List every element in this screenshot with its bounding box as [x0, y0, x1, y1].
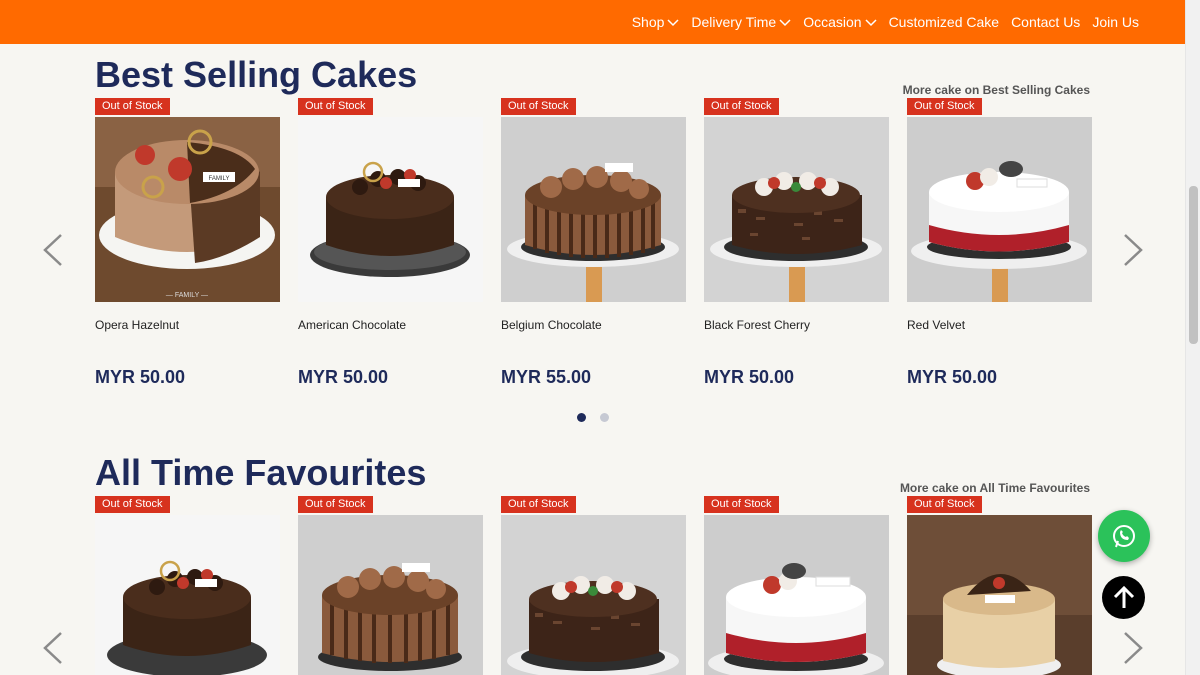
carousel-dot-1[interactable]: [577, 413, 586, 422]
more-best-selling-link[interactable]: More cake on Best Selling Cakes: [903, 83, 1090, 97]
out-of-stock-badge: Out of Stock: [704, 98, 779, 115]
out-of-stock-badge: Out of Stock: [501, 496, 576, 513]
main-nav: Shop Delivery Time Occasion Customized C…: [632, 0, 1139, 44]
cake-photo: FAMILY — FAMILY —: [95, 117, 280, 302]
product-price: MYR 50.00: [907, 367, 998, 387]
out-of-stock-badge: Out of Stock: [907, 496, 982, 513]
product-price: MYR 50.00: [704, 367, 795, 387]
chevron-down-icon: [667, 19, 679, 27]
product-image[interactable]: [298, 117, 483, 302]
out-of-stock-badge: Out of Stock: [907, 98, 982, 115]
product-price: MYR 50.00: [95, 367, 186, 387]
nav-occasion[interactable]: Occasion: [803, 14, 877, 30]
more-favourites-link[interactable]: More cake on All Time Favourites: [900, 481, 1090, 495]
whatsapp-button[interactable]: [1098, 510, 1150, 562]
top-navigation-bar: Shop Delivery Time Occasion Customized C…: [0, 0, 1185, 44]
page-scrollbar[interactable]: [1185, 0, 1200, 675]
chevron-right-icon: [1124, 234, 1143, 266]
cake-photo: [704, 117, 889, 302]
product-name[interactable]: Opera Hazelnut: [95, 318, 179, 332]
product-name[interactable]: Red Velvet: [907, 318, 965, 332]
carousel-prev-button[interactable]: [41, 630, 65, 666]
chevron-right-icon: [1124, 632, 1143, 664]
cake-photo: [298, 117, 483, 302]
product-image[interactable]: [501, 117, 686, 302]
product-image[interactable]: [704, 515, 889, 675]
nav-contact-us-label: Contact Us: [1011, 14, 1081, 30]
nav-contact-us[interactable]: Contact Us: [1011, 14, 1080, 30]
product-price: MYR 55.00: [501, 367, 592, 387]
back-to-top-button[interactable]: [1102, 576, 1145, 619]
nav-join-us-label: Join Us: [1092, 14, 1139, 30]
arrow-up-icon: [1113, 585, 1134, 608]
nav-customized-cake-label: Customized Cake: [888, 14, 1000, 30]
product-image[interactable]: [501, 515, 686, 675]
favourites-section: All Time Favourites More cake on All Tim…: [0, 444, 1185, 675]
out-of-stock-badge: Out of Stock: [298, 496, 373, 513]
product-image[interactable]: [95, 515, 280, 675]
nav-shop[interactable]: Shop: [632, 14, 680, 30]
chevron-left-icon: [43, 632, 62, 664]
chevron-down-icon: [865, 19, 877, 27]
cake-photo: [95, 515, 280, 675]
product-image[interactable]: [704, 117, 889, 302]
carousel-pagination: [577, 413, 609, 422]
product-image[interactable]: [298, 515, 483, 675]
product-name[interactable]: Black Forest Cherry: [704, 318, 810, 332]
cake-photo: [501, 117, 686, 302]
product-name[interactable]: Belgium Chocolate: [501, 318, 602, 332]
section-title: Best Selling Cakes: [95, 54, 418, 95]
carousel-dot-2[interactable]: [600, 413, 609, 422]
svg-text:FAMILY: FAMILY: [209, 176, 230, 182]
nav-customized-cake[interactable]: Customized Cake: [889, 14, 1000, 30]
product-price: MYR 50.00: [298, 367, 389, 387]
product-name[interactable]: American Chocolate: [298, 318, 406, 332]
product-image[interactable]: [907, 515, 1092, 675]
cake-photo: [704, 515, 889, 675]
carousel-next-button[interactable]: [1121, 232, 1145, 268]
out-of-stock-badge: Out of Stock: [95, 98, 170, 115]
carousel-prev-button[interactable]: [41, 232, 65, 268]
chevron-left-icon: [43, 234, 62, 266]
section-title: All Time Favourites: [95, 452, 427, 493]
chevron-down-icon: [779, 19, 791, 27]
carousel-next-button[interactable]: [1121, 630, 1145, 666]
nav-shop-label: Shop: [631, 14, 665, 30]
cake-photo: [907, 117, 1092, 302]
cake-photo: [501, 515, 686, 675]
cake-photo: [298, 515, 483, 675]
nav-delivery-time[interactable]: Delivery Time: [691, 14, 791, 30]
out-of-stock-badge: Out of Stock: [501, 98, 576, 115]
nav-occasion-label: Occasion: [803, 14, 862, 30]
product-image[interactable]: [907, 117, 1092, 302]
whatsapp-icon: [1113, 525, 1135, 548]
product-image[interactable]: FAMILY — FAMILY —: [95, 117, 280, 302]
svg-text:— FAMILY —: — FAMILY —: [166, 292, 208, 299]
best-selling-section: Best Selling Cakes More cake on Best Sel…: [0, 44, 1185, 444]
nav-delivery-time-label: Delivery Time: [691, 14, 777, 30]
scrollbar-thumb[interactable]: [1189, 186, 1198, 344]
out-of-stock-badge: Out of Stock: [704, 496, 779, 513]
out-of-stock-badge: Out of Stock: [95, 496, 170, 513]
nav-join-us[interactable]: Join Us: [1092, 14, 1139, 30]
cake-photo: [907, 515, 1092, 675]
out-of-stock-badge: Out of Stock: [298, 98, 373, 115]
